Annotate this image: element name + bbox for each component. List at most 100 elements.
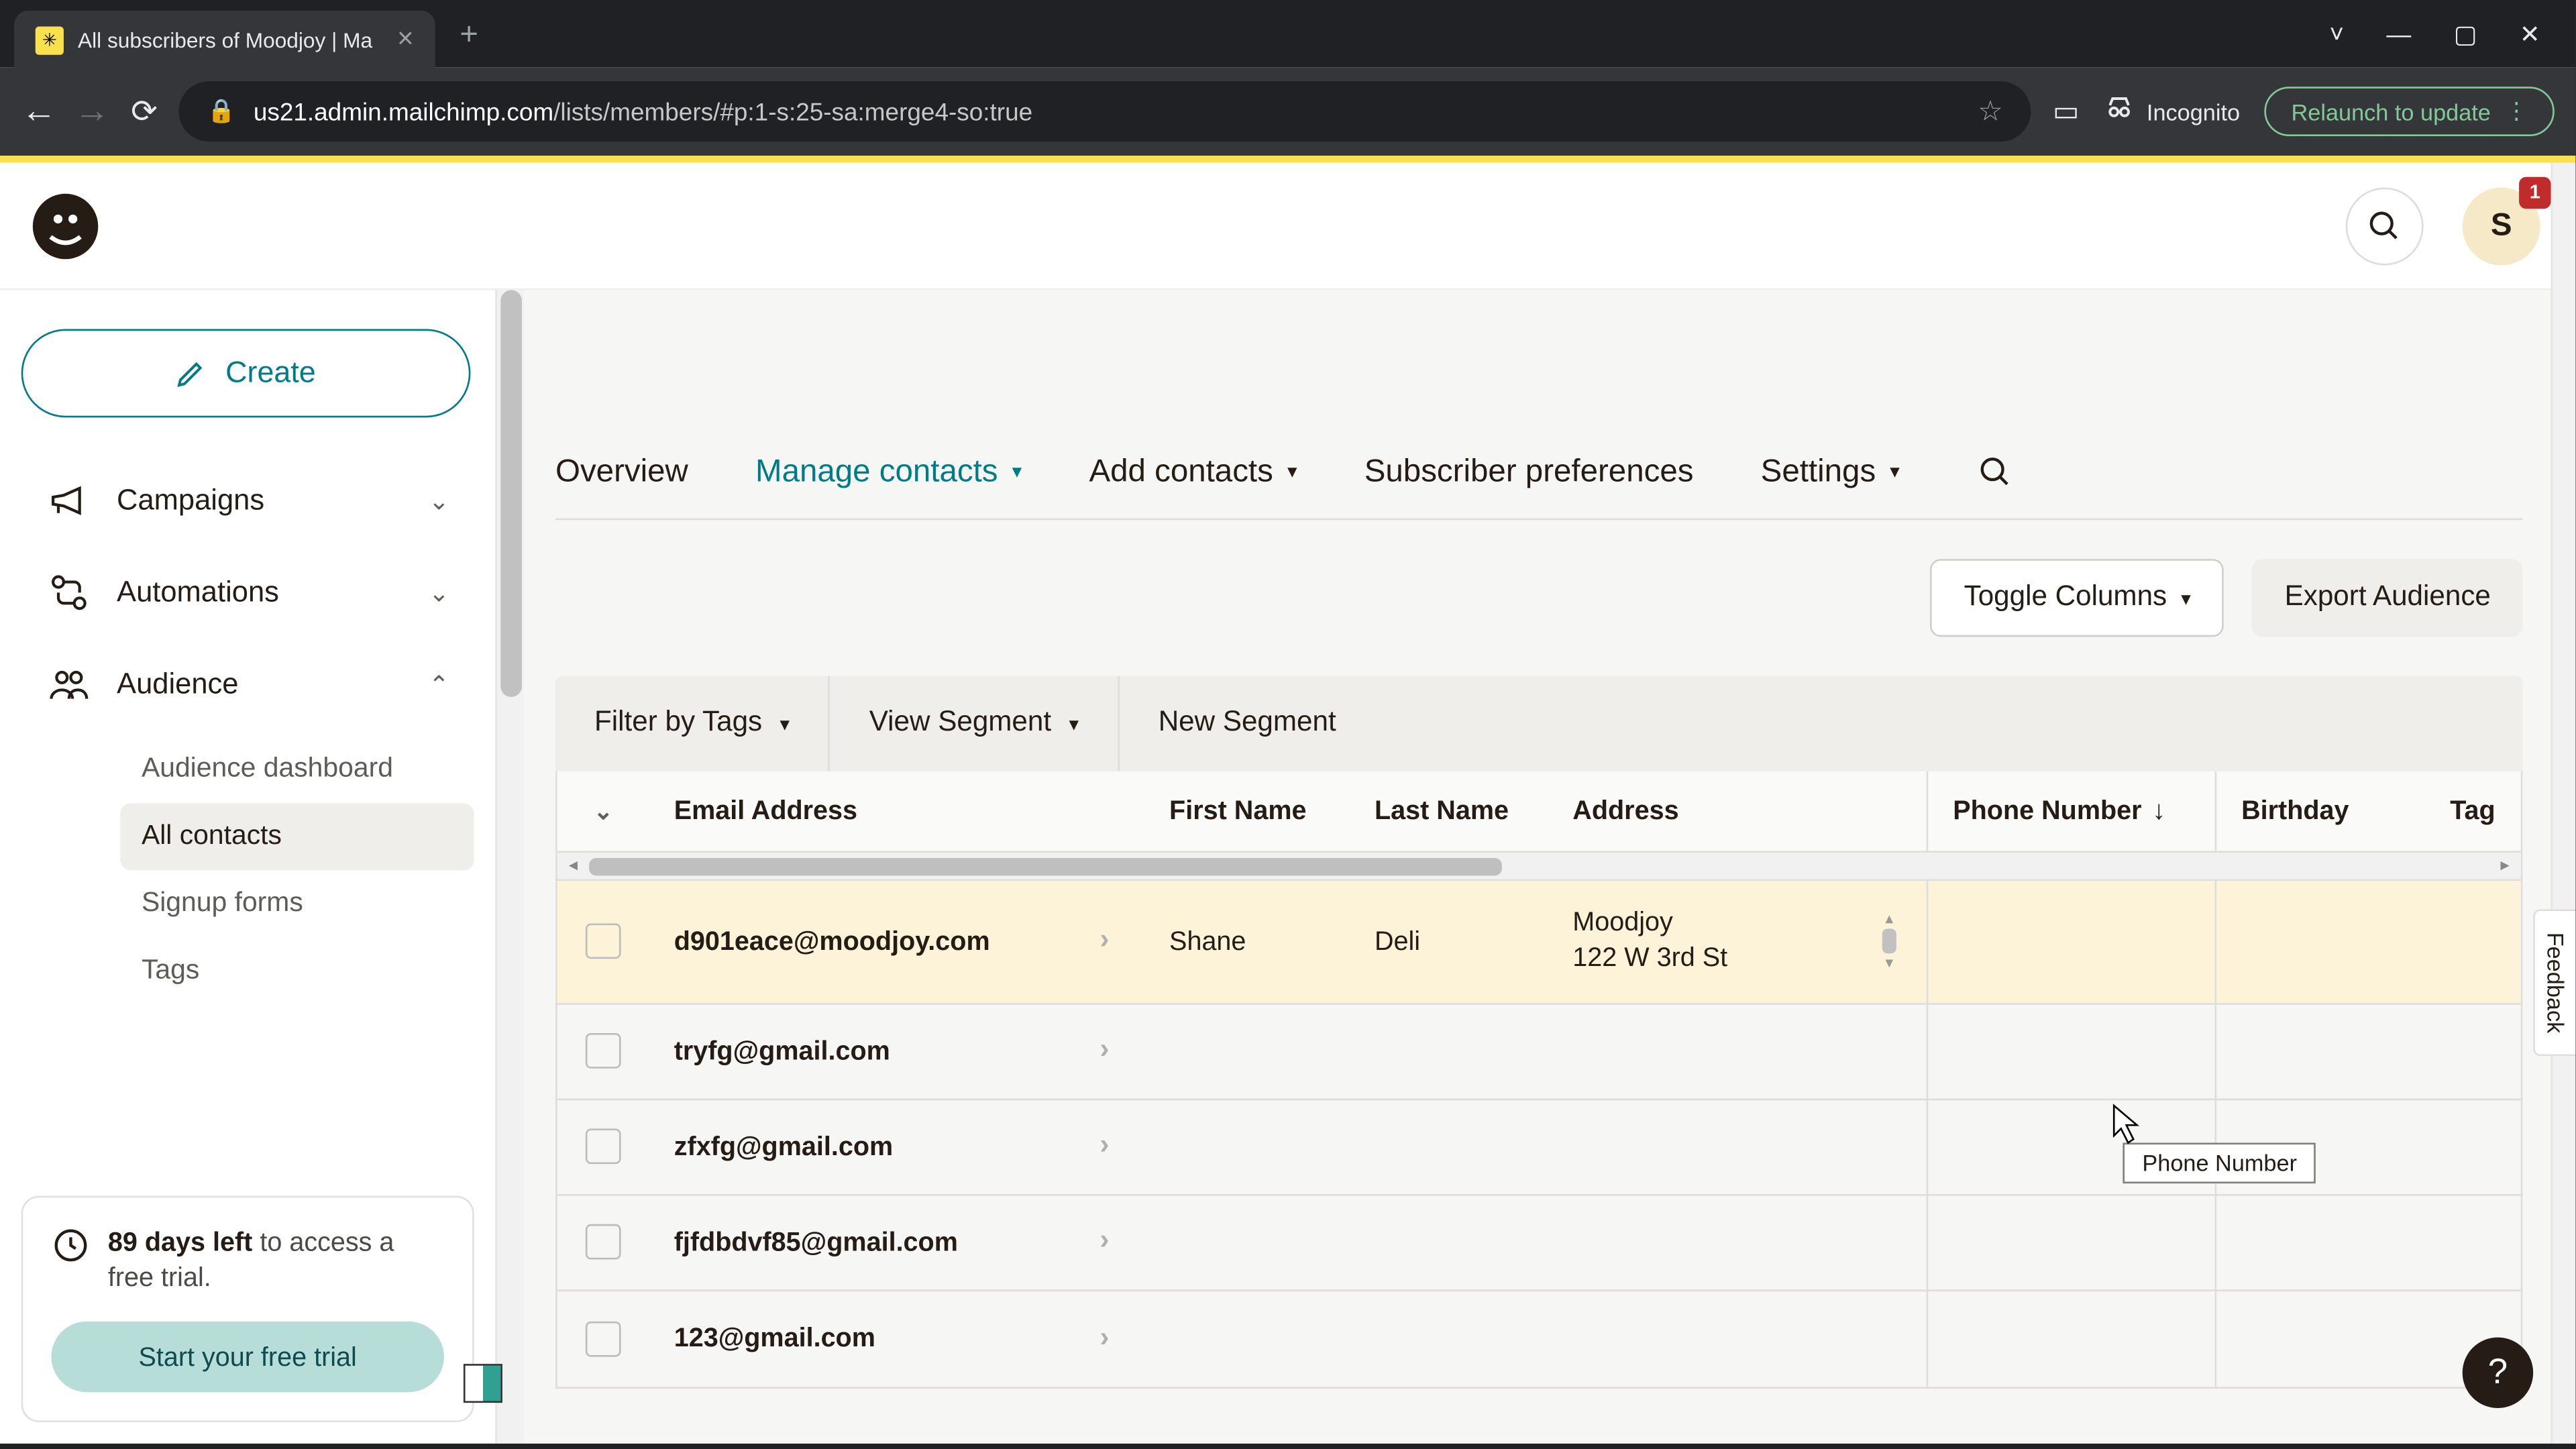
column-address[interactable]: Address bbox=[1548, 771, 1926, 851]
table-row[interactable]: d901eace@moodjoy.com› Shane Deli Moodjoy… bbox=[557, 881, 2521, 1004]
chevron-down-icon: ▾ bbox=[1287, 460, 1297, 483]
side-panel-icon[interactable]: ▭ bbox=[2053, 94, 2080, 129]
column-phone-number[interactable]: Phone Number ↓ bbox=[1927, 771, 2216, 851]
sidebar-scrollbar[interactable] bbox=[495, 290, 523, 1443]
new-segment-button[interactable]: New Segment bbox=[1120, 676, 1375, 771]
address-cell: Moodjoy 122 W 3rd St bbox=[1572, 906, 1727, 977]
tab-manage-contacts[interactable]: Manage contacts▾ bbox=[755, 453, 1022, 490]
search-button[interactable] bbox=[2346, 186, 2424, 264]
page-tabs: Overview Manage contacts▾ Add contacts▾ … bbox=[555, 290, 2522, 520]
scroll-up-arrow[interactable]: ▴ bbox=[1885, 910, 1893, 929]
toggle-columns-button[interactable]: Toggle Columns▾ bbox=[1931, 559, 2224, 637]
email-cell: d901eace@moodjoy.com bbox=[674, 926, 990, 957]
reload-button[interactable]: ⟳ bbox=[131, 93, 158, 129]
tag-cell bbox=[2425, 881, 2496, 1002]
scroll-right-arrow[interactable]: ▸ bbox=[2489, 856, 2520, 875]
sidebar-subitem-audience-dashboard[interactable]: Audience dashboard bbox=[120, 736, 474, 803]
sidebar-item-campaigns[interactable]: Campaigns ⌄ bbox=[21, 460, 474, 541]
forward-button[interactable]: → bbox=[74, 91, 110, 132]
horizontal-scrollbar[interactable]: ◂ ▸ bbox=[557, 853, 2521, 881]
mailchimp-logo[interactable] bbox=[28, 189, 103, 263]
minimize-icon[interactable]: ― bbox=[2386, 19, 2411, 49]
relaunch-button[interactable]: Relaunch to update ⋮ bbox=[2265, 87, 2555, 136]
tab-overview[interactable]: Overview bbox=[555, 453, 688, 490]
color-swatch-icon[interactable] bbox=[464, 1364, 502, 1403]
avatar[interactable]: S 1 bbox=[2463, 186, 2540, 264]
maximize-icon[interactable]: ▢ bbox=[2454, 19, 2477, 49]
audience-icon bbox=[46, 661, 93, 708]
search-icon bbox=[2367, 208, 2402, 244]
expand-row-icon[interactable]: › bbox=[1099, 1226, 1109, 1257]
close-window-icon[interactable]: ✕ bbox=[2520, 19, 2540, 49]
sidebar-item-automations[interactable]: Automations ⌄ bbox=[21, 552, 474, 633]
window-controls: ˅ ― ▢ ✕ bbox=[2330, 19, 2576, 49]
close-tab-icon[interactable]: × bbox=[397, 25, 414, 56]
expand-row-icon[interactable]: › bbox=[1099, 926, 1109, 957]
expand-row-icon[interactable]: › bbox=[1099, 1035, 1109, 1067]
table-row[interactable]: fjfdbdvf85@gmail.com › bbox=[557, 1195, 2521, 1290]
tab-settings[interactable]: Settings▾ bbox=[1761, 453, 1900, 490]
tooltip: Phone Number bbox=[2123, 1143, 2316, 1184]
table-row[interactable]: 123@gmail.com› bbox=[557, 1291, 2521, 1386]
row-checkbox[interactable] bbox=[586, 924, 621, 959]
cell-scrollbar[interactable]: ▴ ▾ bbox=[1877, 910, 1902, 973]
table-row[interactable]: tryfg@gmail.com › bbox=[557, 1004, 2521, 1099]
sidebar-subitem-signup-forms[interactable]: Signup forms bbox=[120, 870, 474, 937]
back-button[interactable]: ← bbox=[21, 91, 57, 132]
content-scrollbar[interactable] bbox=[2551, 290, 2576, 1443]
sort-descending-icon: ↓ bbox=[2152, 796, 2165, 826]
table-header: ⌄ Email Address First Name Last Name Add… bbox=[557, 771, 2521, 853]
email-cell: tryfg@gmail.com bbox=[674, 1036, 890, 1066]
create-button[interactable]: Create bbox=[21, 329, 471, 417]
column-email[interactable]: Email Address bbox=[649, 771, 1144, 851]
bookmark-star-icon[interactable]: ☆ bbox=[1978, 94, 2003, 129]
column-first-name[interactable]: First Name bbox=[1144, 771, 1350, 851]
help-button[interactable]: ? bbox=[2463, 1338, 2533, 1408]
column-birthday[interactable]: Birthday bbox=[2216, 771, 2425, 851]
column-tag[interactable]: Tag bbox=[2425, 771, 2520, 851]
scrollbar-thumb[interactable] bbox=[500, 290, 522, 697]
scrollbar-thumb[interactable] bbox=[589, 857, 1501, 875]
new-tab-button[interactable]: + bbox=[460, 15, 478, 52]
expand-row-icon[interactable]: › bbox=[1099, 1322, 1109, 1354]
export-audience-button[interactable]: Export Audience bbox=[2253, 559, 2522, 637]
brand-accent-strip bbox=[0, 156, 2575, 163]
chevron-down-icon: ▾ bbox=[780, 712, 790, 735]
column-last-name[interactable]: Last Name bbox=[1350, 771, 1548, 851]
row-checkbox[interactable] bbox=[586, 1224, 621, 1260]
tab-search-button[interactable] bbox=[1978, 453, 2013, 489]
browser-tab-strip: ✳ All subscribers of Moodjoy | Ma × + ˅ … bbox=[0, 0, 2575, 67]
search-icon bbox=[1978, 453, 2013, 489]
select-all-toggle[interactable]: ⌄ bbox=[594, 797, 613, 825]
trial-card: 89 days left to access a free trial. Sta… bbox=[21, 1195, 474, 1422]
row-checkbox[interactable] bbox=[586, 1321, 621, 1356]
chevron-down-icon: ⌄ bbox=[429, 578, 449, 608]
filter-by-tags-button[interactable]: Filter by Tags▾ bbox=[555, 676, 830, 771]
help-icon: ? bbox=[2488, 1352, 2508, 1393]
tab-add-contacts[interactable]: Add contacts▾ bbox=[1089, 453, 1297, 490]
chevron-down-icon[interactable]: ˅ bbox=[2330, 19, 2345, 49]
incognito-label: Incognito bbox=[2147, 98, 2240, 125]
start-trial-button[interactable]: Start your free trial bbox=[51, 1322, 443, 1392]
browser-tab[interactable]: ✳ All subscribers of Moodjoy | Ma × bbox=[14, 11, 435, 71]
app-header: S 1 bbox=[0, 163, 2575, 290]
feedback-tab[interactable]: Feedback bbox=[2533, 909, 2575, 1056]
chevron-down-icon: ▾ bbox=[1012, 460, 1022, 483]
lock-icon: 🔒 bbox=[207, 97, 236, 125]
url-text: us21.admin.mailchimp.com/lists/members/#… bbox=[254, 97, 1960, 125]
row-checkbox[interactable] bbox=[586, 1033, 621, 1069]
scroll-down-arrow[interactable]: ▾ bbox=[1885, 954, 1893, 973]
view-segment-button[interactable]: View Segment▾ bbox=[830, 676, 1120, 771]
kebab-icon: ⋮ bbox=[2505, 97, 2528, 125]
email-cell: fjfdbdvf85@gmail.com bbox=[674, 1227, 958, 1257]
scroll-left-arrow[interactable]: ◂ bbox=[557, 856, 589, 875]
scrollbar-thumb[interactable] bbox=[1882, 929, 1896, 954]
row-checkbox[interactable] bbox=[586, 1128, 621, 1164]
address-bar[interactable]: 🔒 us21.admin.mailchimp.com/lists/members… bbox=[179, 81, 2032, 142]
sidebar-subitem-tags[interactable]: Tags bbox=[120, 938, 474, 1005]
expand-row-icon[interactable]: › bbox=[1099, 1130, 1109, 1162]
tab-subscriber-preferences[interactable]: Subscriber preferences bbox=[1364, 453, 1694, 490]
sidebar-subitem-all-contacts[interactable]: All contacts bbox=[120, 803, 474, 870]
favicon-icon: ✳ bbox=[36, 27, 64, 55]
sidebar-item-audience[interactable]: Audience ⌃ bbox=[21, 644, 474, 725]
